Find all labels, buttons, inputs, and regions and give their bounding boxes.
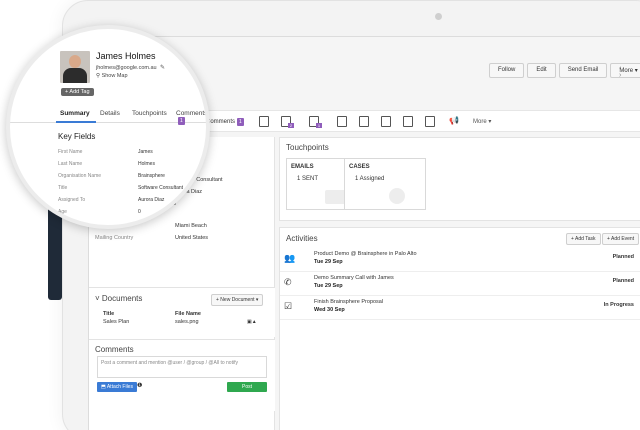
field-label: First Name xyxy=(58,149,83,155)
activity-date: Tue 29 Sep xyxy=(314,283,343,289)
edit-button[interactable]: Edit xyxy=(527,63,556,78)
activity-status: Planned xyxy=(612,278,634,284)
add-event-button[interactable]: + Add Event xyxy=(602,233,640,245)
report-icon[interactable] xyxy=(381,116,391,127)
document-title[interactable]: Sales Plan xyxy=(103,319,129,325)
post-button[interactable]: Post xyxy=(227,382,267,392)
field-value: Software Consultant xyxy=(138,185,184,191)
cases-card-value: 1 Assigned xyxy=(355,176,385,182)
add-tag-button[interactable]: + Add Tag xyxy=(61,88,94,96)
tab-summary[interactable]: Summary xyxy=(60,110,90,117)
info-icon[interactable]: ❶ xyxy=(137,382,142,389)
add-task-button[interactable]: + Add Task xyxy=(566,233,601,245)
record-nav-arrows[interactable]: ‹ › xyxy=(619,65,640,79)
checkbox-icon: ☑ xyxy=(284,301,293,311)
touchpoints-title: Touchpoints xyxy=(286,143,329,152)
documents-col-title: Title xyxy=(103,311,115,317)
documents-title[interactable]: ˅ Documents xyxy=(95,294,142,303)
activity-status: In Progress xyxy=(603,302,634,308)
follow-button[interactable]: Follow xyxy=(489,63,525,78)
header-actions: Follow Edit Send Email More ▾ xyxy=(489,63,640,78)
field-label: Last Name xyxy=(58,161,83,167)
field-value: James xyxy=(138,149,153,155)
magnified-header: James Holmes jholmes@google.com.au ✎ ⚲ S… xyxy=(10,29,208,225)
activities-title: Activities xyxy=(286,234,318,243)
camera-dot xyxy=(435,13,442,20)
lifebuoy-icon xyxy=(389,188,405,204)
right-column: Touchpoints EMAILS 1 SENT CASES 1 Assign… xyxy=(279,137,640,430)
tab-touchpoints[interactable]: Touchpoints xyxy=(132,110,167,117)
document-filename[interactable]: sales.png xyxy=(175,319,199,325)
comments-title: Comments xyxy=(95,345,134,354)
activity-row[interactable]: 👥 Product Demo @ Brainsphere in Palo Alt… xyxy=(280,248,640,272)
activity-title: Finish Brainsphere Proposal xyxy=(314,299,384,305)
invoice-icon[interactable] xyxy=(425,116,435,127)
activity-title: Demo Summary Call with James xyxy=(314,275,394,281)
comment-input[interactable]: Post a comment and mention @user / @grou… xyxy=(97,356,267,378)
field-value: Aurora Diaz xyxy=(138,197,165,203)
contact-email[interactable]: jholmes@google.com.au xyxy=(96,65,157,71)
phone-icon: ✆ xyxy=(284,277,292,287)
tab-comments-label: Comments xyxy=(206,119,236,125)
field-value: 0 xyxy=(138,209,141,215)
attach-files-button[interactable]: ⬒ Attach Files xyxy=(97,382,137,392)
activity-title: Product Demo @ Brainsphere in Palo Alto xyxy=(314,251,417,257)
document-actions-icon[interactable]: ▣▲ xyxy=(247,319,257,325)
field-label: Organisation Name xyxy=(58,173,102,179)
field-label: Age xyxy=(58,209,67,215)
documents-title-label: Documents xyxy=(101,294,143,303)
activity-row[interactable]: ✆ Demo Summary Call with James Tue 29 Se… xyxy=(280,272,640,296)
calendar-count-badge: 2 xyxy=(288,123,294,128)
tab-details[interactable]: Details xyxy=(100,110,120,117)
show-map-label: Show Map xyxy=(101,73,128,79)
field-label: Assigned To xyxy=(58,197,86,203)
record-tabs: Summary Details Touchpoints Comments 1 xyxy=(10,105,208,125)
field-label: Mailing Country xyxy=(95,235,134,241)
cases-card-heading: CASES xyxy=(349,164,370,170)
pencil-icon[interactable]: ✎ xyxy=(160,64,165,71)
send-email-button[interactable]: Send Email xyxy=(558,63,608,78)
active-tab-indicator xyxy=(56,121,96,123)
documents-col-filename: File Name xyxy=(175,311,201,317)
activity-status: Planned xyxy=(612,254,634,260)
activities-panel: Activities + Add Task + Add Event 👥 Prod… xyxy=(279,227,640,430)
avatar-body xyxy=(63,68,87,83)
mail-icon[interactable]: 1 xyxy=(309,116,322,128)
comments-panel: Comments Post a comment and mention @use… xyxy=(89,339,275,411)
documents-panel: ˅ Documents + New Document ▾ Title File … xyxy=(89,287,275,337)
avatar xyxy=(60,51,90,83)
tab-comments-label: Comments xyxy=(176,110,208,117)
touchpoints-panel: Touchpoints EMAILS 1 SENT CASES 1 Assign… xyxy=(279,137,640,221)
field-value: Holmes xyxy=(138,161,155,167)
tab-more[interactable]: More ▾ xyxy=(473,118,491,125)
group-icon: 👥 xyxy=(284,253,296,263)
field-value: Brainsphere xyxy=(138,173,165,179)
comments-count-badge: 1 xyxy=(178,117,185,125)
document-icon[interactable] xyxy=(337,116,347,127)
new-document-button[interactable]: + New Document ▾ xyxy=(211,294,264,306)
mail-count-badge: 1 xyxy=(316,123,322,128)
field-label: Title xyxy=(58,185,68,191)
tab-comments[interactable]: Comments 1 xyxy=(176,110,208,125)
tab-comments[interactable]: Comments 1 xyxy=(206,118,244,126)
comments-count-badge: 1 xyxy=(237,118,244,126)
activity-date: Tue 29 Sep xyxy=(314,259,343,265)
box-icon[interactable] xyxy=(403,116,413,127)
activity-date: Wed 30 Sep xyxy=(314,307,345,313)
contact-name: James Holmes xyxy=(96,51,156,61)
show-map-link[interactable]: ⚲ Show Map xyxy=(96,73,128,79)
activity-row[interactable]: ☑ Finish Brainsphere Proposal Wed 30 Sep… xyxy=(280,296,640,320)
avatar-head xyxy=(69,55,81,68)
document-icon[interactable] xyxy=(359,116,369,127)
cases-card[interactable]: CASES 1 Assigned xyxy=(344,158,426,210)
megaphone-icon[interactable]: 📢 xyxy=(449,116,459,127)
calendar-icon[interactable]: 2 xyxy=(281,116,294,128)
key-fields-title: Key Fields xyxy=(58,132,96,141)
attach-files-label: Attach Files xyxy=(106,384,133,390)
money-bag-icon[interactable] xyxy=(259,116,269,127)
magnifier-lens: James Holmes jholmes@google.com.au ✎ ⚲ S… xyxy=(6,25,210,229)
field-value: United States xyxy=(175,235,209,241)
